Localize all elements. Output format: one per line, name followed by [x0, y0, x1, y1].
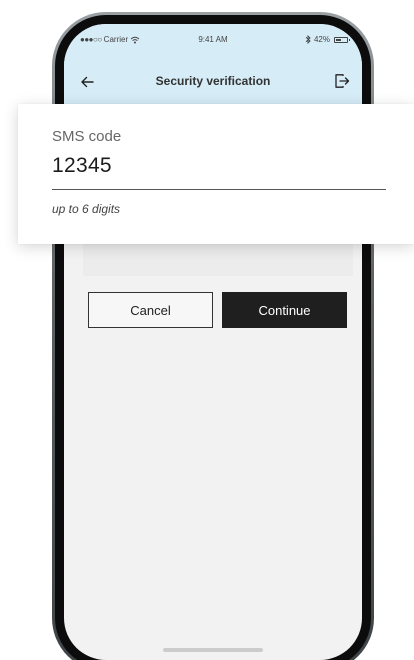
- logout-icon: [335, 74, 350, 88]
- logout-button[interactable]: [334, 73, 352, 91]
- sms-code-hint: up to 6 digits: [52, 202, 121, 216]
- sms-code-popup: SMS code 12345 up to 6 digits: [18, 104, 414, 244]
- bluetooth-icon: [305, 35, 311, 44]
- page-title: Security verification: [155, 74, 271, 88]
- sms-code-input[interactable]: 12345: [52, 154, 112, 178]
- nav-bar: Security verification: [64, 70, 362, 94]
- status-right: 42%: [305, 35, 350, 44]
- sms-code-underline: [52, 189, 386, 190]
- status-bar: ●●●○○ Carrier 9:41 AM 42%: [64, 35, 362, 49]
- home-indicator: [163, 648, 263, 652]
- battery-percent: 42%: [313, 35, 330, 44]
- cancel-button[interactable]: Cancel: [88, 292, 213, 328]
- sms-code-label: SMS code: [52, 128, 122, 145]
- battery-icon: [334, 36, 350, 43]
- action-buttons: Cancel Continue: [88, 292, 348, 328]
- continue-button[interactable]: Continue: [222, 292, 347, 328]
